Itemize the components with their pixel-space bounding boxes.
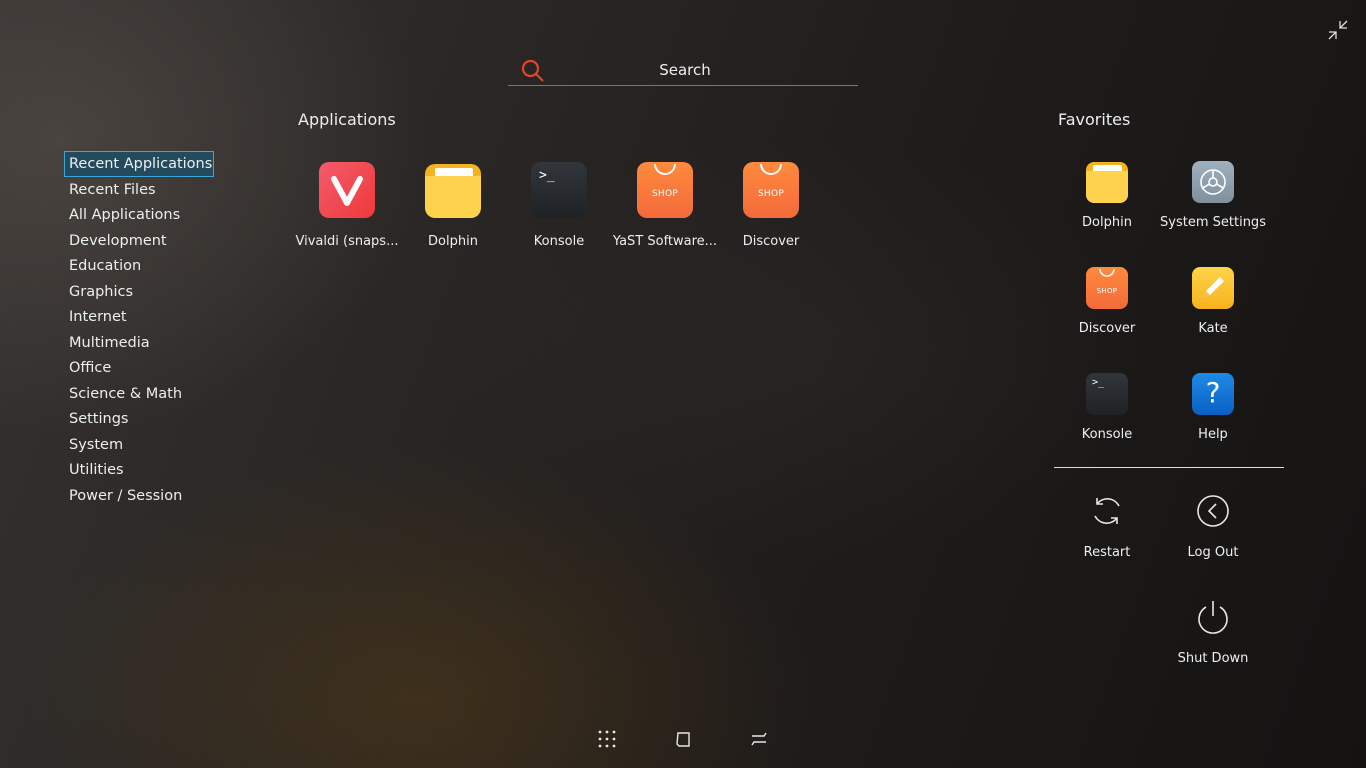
restart-label: Restart bbox=[1083, 545, 1131, 560]
terminal-icon: >_ bbox=[531, 162, 587, 218]
shop-bag-icon: SHOP bbox=[1086, 267, 1128, 309]
app-label: Vivaldi (snaps... bbox=[295, 234, 399, 249]
favorite-label: Discover bbox=[1078, 321, 1136, 336]
shop-bag-icon: SHOP bbox=[637, 162, 693, 218]
shutdown-label: Shut Down bbox=[1177, 651, 1249, 666]
favorite-label: Konsole bbox=[1081, 427, 1133, 442]
app-yast-software[interactable]: SHOP YaST Software... bbox=[612, 162, 718, 249]
app-konsole[interactable]: >_ Konsole bbox=[506, 162, 612, 249]
favorite-system-settings[interactable]: System Settings bbox=[1160, 161, 1266, 230]
applications-heading: Applications bbox=[298, 110, 396, 129]
switch-layout-icon[interactable] bbox=[745, 725, 773, 753]
category-list: Recent Applications Recent Files All App… bbox=[64, 151, 224, 508]
favorite-konsole[interactable]: >_ Konsole bbox=[1054, 373, 1160, 442]
logout-button[interactable]: Log Out bbox=[1160, 492, 1266, 560]
pencil-icon bbox=[1192, 267, 1234, 309]
search-bar[interactable] bbox=[508, 54, 858, 86]
app-dolphin[interactable]: Dolphin bbox=[400, 162, 506, 249]
favorites-heading: Favorites bbox=[1058, 110, 1131, 129]
category-internet[interactable]: Internet bbox=[64, 304, 214, 330]
category-power-session[interactable]: Power / Session bbox=[64, 483, 214, 509]
favorite-dolphin[interactable]: Dolphin bbox=[1054, 161, 1160, 230]
question-icon: ? bbox=[1192, 373, 1234, 415]
category-graphics[interactable]: Graphics bbox=[64, 279, 214, 305]
shop-bag-icon: SHOP bbox=[743, 162, 799, 218]
logout-icon bbox=[1194, 492, 1232, 530]
category-development[interactable]: Development bbox=[64, 228, 214, 254]
favorite-label: Help bbox=[1198, 427, 1228, 442]
restart-icon bbox=[1088, 492, 1126, 530]
favorite-label: Dolphin bbox=[1082, 215, 1132, 230]
app-label: Konsole bbox=[533, 234, 585, 249]
category-education[interactable]: Education bbox=[64, 253, 214, 279]
folder-icon bbox=[1086, 161, 1128, 203]
category-recent-applications[interactable]: Recent Applications bbox=[64, 151, 214, 177]
favorites-divider bbox=[1054, 467, 1284, 468]
app-discover[interactable]: SHOP Discover bbox=[718, 162, 824, 249]
favorite-label: System Settings bbox=[1160, 215, 1266, 230]
search-icon bbox=[521, 59, 544, 82]
search-input[interactable] bbox=[558, 57, 812, 83]
collapse-icon[interactable] bbox=[1326, 18, 1350, 42]
app-vivaldi[interactable]: Vivaldi (snaps... bbox=[294, 162, 400, 249]
favorite-help[interactable]: ? Help bbox=[1160, 373, 1266, 442]
folder-icon bbox=[425, 162, 481, 218]
favorite-label: Kate bbox=[1198, 321, 1228, 336]
category-utilities[interactable]: Utilities bbox=[64, 457, 214, 483]
logout-label: Log Out bbox=[1187, 545, 1239, 560]
favorite-kate[interactable]: Kate bbox=[1160, 267, 1266, 336]
category-all-applications[interactable]: All Applications bbox=[64, 202, 214, 228]
category-science-math[interactable]: Science & Math bbox=[64, 381, 214, 407]
shutdown-button[interactable]: Shut Down bbox=[1160, 598, 1266, 666]
gear-icon bbox=[1192, 161, 1234, 203]
app-label: YaST Software... bbox=[612, 234, 718, 249]
category-office[interactable]: Office bbox=[64, 355, 214, 381]
app-label: Dolphin bbox=[428, 234, 478, 249]
category-settings[interactable]: Settings bbox=[64, 406, 214, 432]
grid-view-icon[interactable] bbox=[593, 725, 621, 753]
category-recent-files[interactable]: Recent Files bbox=[64, 177, 214, 203]
terminal-icon: >_ bbox=[1086, 373, 1128, 415]
category-multimedia[interactable]: Multimedia bbox=[64, 330, 214, 356]
window-view-icon[interactable] bbox=[669, 725, 697, 753]
power-icon bbox=[1194, 598, 1232, 636]
vivaldi-icon bbox=[319, 162, 375, 218]
favorite-discover[interactable]: SHOP Discover bbox=[1054, 267, 1160, 336]
restart-button[interactable]: Restart bbox=[1054, 492, 1160, 560]
category-system[interactable]: System bbox=[64, 432, 214, 458]
app-label: Discover bbox=[742, 234, 800, 249]
